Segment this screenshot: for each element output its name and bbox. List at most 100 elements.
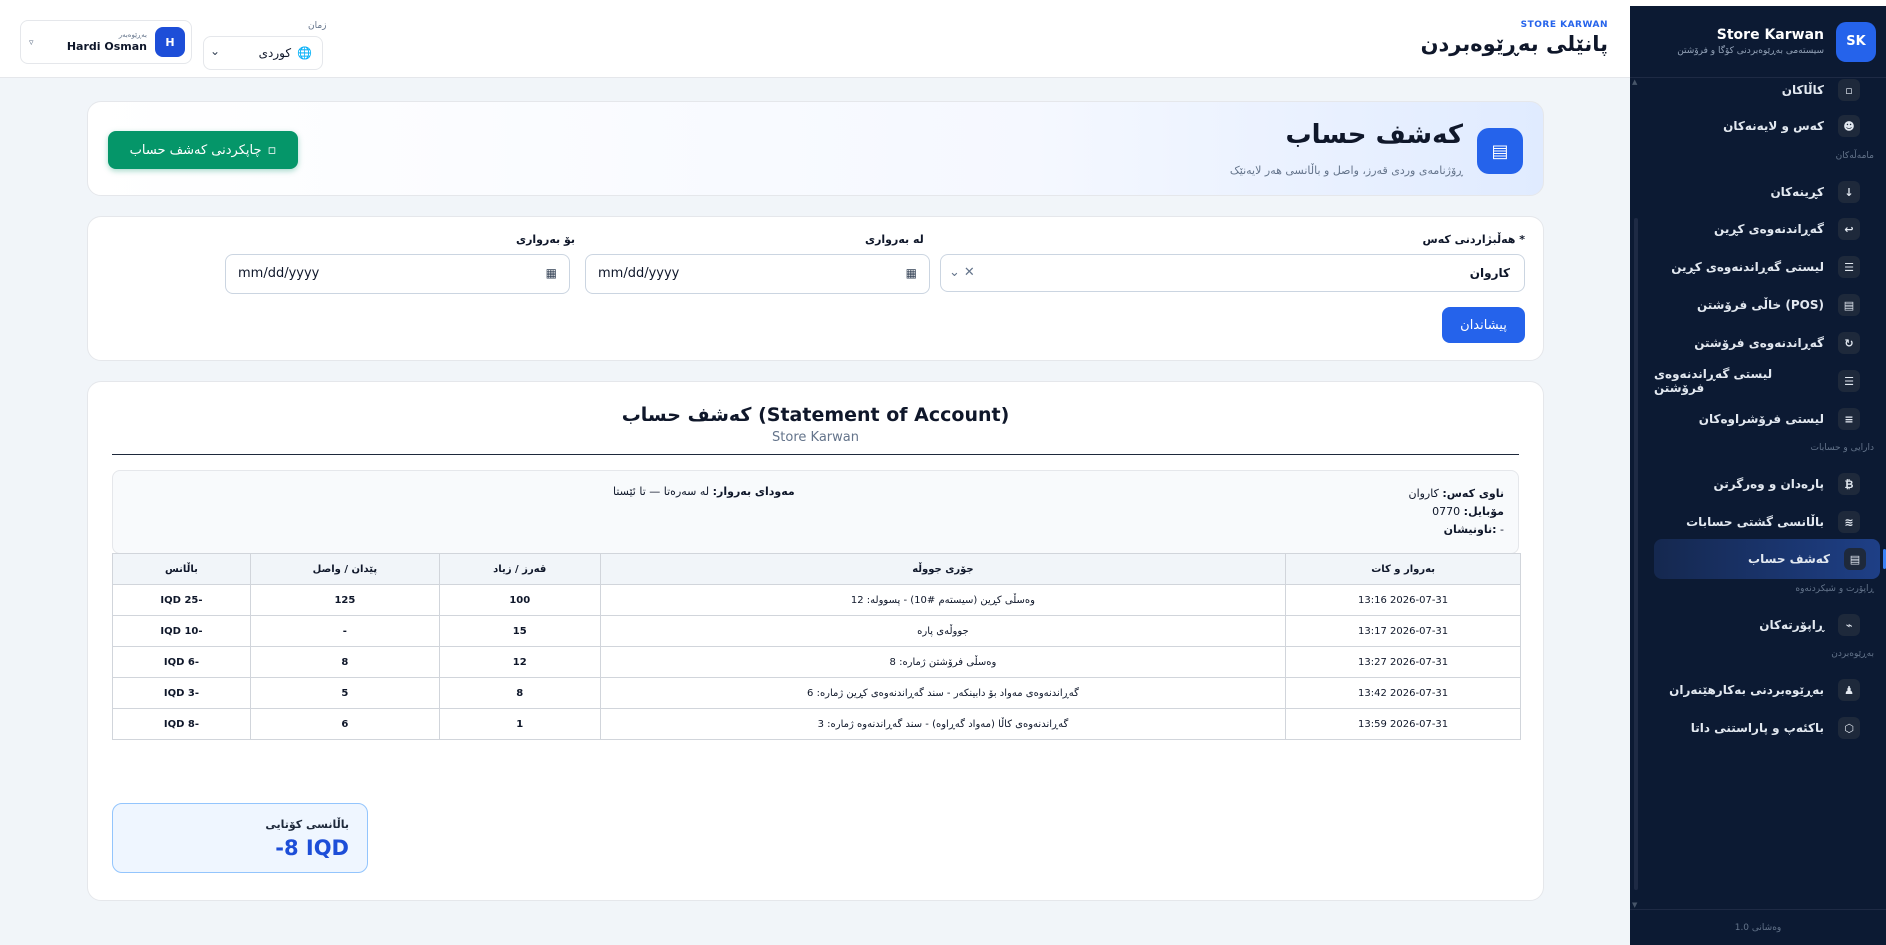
scroll-down-icon[interactable]: ▼ xyxy=(1632,901,1637,909)
user-icon: ♟ xyxy=(1838,679,1860,701)
section-label-admin: بەڕێوەبردن xyxy=(1831,649,1874,659)
list-icon: ☰ xyxy=(1838,256,1860,278)
main-content: ▤ کەشف حساب ڕۆژنامەی وردی قەرز، واصل و ب… xyxy=(0,78,1630,945)
person-select[interactable]: کاروان ⌄ ✕ xyxy=(940,254,1525,292)
cell-type: گەڕاندنەوەی مەواد بۆ دابینکەر - سند گەڕا… xyxy=(599,677,1287,709)
to-date-value: mm/dd/yyyy xyxy=(238,266,320,281)
calendar-icon[interactable]: ▦ xyxy=(546,266,557,280)
final-balance-label: باڵانسی کۆتایی xyxy=(265,818,349,831)
sidebar-item-sales-return-list[interactable]: لیستی گەڕاندنەوەی فرۆشتن ☰ xyxy=(1654,361,1860,401)
report-title: کەشف حساب (Statement of Account) xyxy=(621,404,1010,426)
filter-card: هەڵبژاردنی کەس * کاروان ⌄ ✕ لە بەرواری m… xyxy=(87,216,1544,361)
info-mobile: مۆبایل: 0770 xyxy=(1432,505,1504,518)
top-bar: STORE KARWAN پانێلی بەڕێوەبردن زمان ⌄ کو… xyxy=(0,6,1630,78)
section-label-transactions: مامەڵەکان xyxy=(1835,151,1874,161)
chevron-down-icon: ▿ xyxy=(29,38,34,48)
user-menu[interactable]: ▿ بەڕێوەبەر Hardi Osman H xyxy=(20,20,192,64)
language-value: کوردی xyxy=(258,46,292,60)
statement-icon: ▤ xyxy=(1477,128,1523,174)
cell-debit: 12 xyxy=(438,646,601,678)
cell-debit: 1 xyxy=(438,708,601,740)
cell-date: 2026-07-31 13:17 xyxy=(1285,615,1521,647)
cell-date: 2026-07-31 13:16 xyxy=(1285,584,1521,616)
download-icon: ↓ xyxy=(1838,181,1860,203)
sidebar-item-purchase-return[interactable]: گەڕاندنەوەی کڕین ↩ xyxy=(1654,209,1860,249)
balance-icon: ≋ xyxy=(1838,511,1860,533)
cell-type: وەسڵی کڕین (سیستەم #10) - پسوولە: 12 xyxy=(599,584,1287,616)
final-balance-value: -8 IQD xyxy=(275,836,349,860)
sidebar-item-sales-return[interactable]: گەڕاندنەوەی فرۆشتن ↻ xyxy=(1654,323,1860,363)
sidebar-item-parties[interactable]: کەس و لایەنەکان ☻ xyxy=(1654,106,1860,146)
cell-date: 2026-07-31 13:42 xyxy=(1285,677,1521,709)
cell-balance: -3 IQD xyxy=(112,677,251,709)
table-row: 2026-07-31 13:59 گەڕاندنەوەی کاڵا (مەواد… xyxy=(112,708,1521,740)
chart-icon: ⌁ xyxy=(1838,614,1860,636)
chevron-down-icon[interactable]: ⌄ xyxy=(949,265,960,280)
info-name: ناوی کەس: کاروان xyxy=(1408,487,1504,500)
language-select[interactable]: ⌄ کوردی 🌐 xyxy=(203,36,323,70)
from-date-input[interactable]: mm/dd/yyyy ▦ xyxy=(585,254,930,294)
header-brand: STORE KARWAN xyxy=(1520,20,1608,30)
column-header: پێدان / واصل xyxy=(249,553,440,585)
table-row: 2026-07-31 13:27 وەسڵی فرۆشتن ژمارە: 8 1… xyxy=(112,646,1521,678)
printer-icon: ▫ xyxy=(267,142,277,158)
brand-name: Store Karwan xyxy=(1716,27,1824,43)
cell-debit: 100 xyxy=(438,584,601,616)
cell-balance: -10 IQD xyxy=(112,615,251,647)
divider xyxy=(112,454,1519,455)
cell-credit: 6 xyxy=(249,708,440,740)
statement-table: بەروار و کات جۆری جووڵە قەرز / زیاد پێدا… xyxy=(112,553,1521,740)
clear-icon[interactable]: ✕ xyxy=(964,265,975,280)
list-icon: ☰ xyxy=(1838,370,1860,392)
scroll-up-icon[interactable]: ▲ xyxy=(1632,78,1637,86)
column-header: جۆری جووڵە xyxy=(599,553,1287,585)
page-header-card: ▤ کەشف حساب ڕۆژنامەی وردی قەرز، واصل و ب… xyxy=(87,101,1544,196)
sidebar-item-users[interactable]: بەڕێوەبردنی بەکارهێنەران ♟ xyxy=(1654,670,1860,710)
to-date-label: بۆ بەرواری xyxy=(516,233,576,246)
scrollbar-thumb[interactable] xyxy=(1634,218,1638,890)
sidebar-item-balances[interactable]: باڵانسی گشتی حسابات ≋ xyxy=(1654,502,1860,542)
final-balance-box: باڵانسی کۆتایی -8 IQD xyxy=(112,803,368,873)
print-button-label: چاپکردنی کەشف حساب xyxy=(129,142,262,158)
statement-icon: ▤ xyxy=(1844,548,1866,570)
table-row: 2026-07-31 13:42 گەڕاندنەوەی مەواد بۆ دا… xyxy=(112,677,1521,709)
person-label: هەڵبژاردنی کەس * xyxy=(1422,233,1525,246)
cell-type: جووڵەی پارە xyxy=(599,615,1287,647)
to-date-input[interactable]: mm/dd/yyyy ▦ xyxy=(225,254,570,294)
table-header-row: بەروار و کات جۆری جووڵە قەرز / زیاد پێدا… xyxy=(112,553,1521,585)
sidebar-item-purchase-return-list[interactable]: لیستی گەڕاندنەوەی کڕین ☰ xyxy=(1654,247,1860,287)
sidebar-item-payments[interactable]: پارەدان و وەرگرتن ₿ xyxy=(1654,464,1860,504)
cell-date: 2026-07-31 13:27 xyxy=(1285,646,1521,678)
sidebar-item-pos[interactable]: خاڵی فرۆشتن (POS) ▤ xyxy=(1654,285,1860,325)
print-statement-button[interactable]: چاپکردنی کەشف حساب ▫ xyxy=(108,131,298,169)
cell-type: وەسڵی فرۆشتن ژمارە: 8 xyxy=(599,646,1287,678)
cell-debit: 8 xyxy=(438,677,601,709)
calendar-icon[interactable]: ▦ xyxy=(906,266,917,280)
sidebar-item-statement[interactable]: کەشف حساب ▤ xyxy=(1654,539,1886,579)
show-button[interactable]: پیشاندان xyxy=(1442,307,1525,343)
column-header: قەرز / زیاد xyxy=(438,553,601,585)
box-icon: ▫ xyxy=(1838,79,1860,101)
statement-report: کەشف حساب (Statement of Account) Store K… xyxy=(87,381,1544,901)
cell-balance: -6 IQD xyxy=(112,646,251,678)
cell-type: گەڕاندنەوەی کاڵا (مەواد گەڕاوە) - سند گە… xyxy=(599,708,1287,740)
sidebar-item-backup[interactable]: باکئەپ و پاراستنی داتا ⬡ xyxy=(1654,708,1860,748)
scrollbar[interactable]: ▲ ▼ xyxy=(1631,78,1639,909)
page-title: کەشف حساب xyxy=(1285,120,1463,150)
shield-icon: ⬡ xyxy=(1838,717,1860,739)
sidebar-item-purchases[interactable]: کڕینەکان ↓ xyxy=(1654,172,1860,212)
person-select-value: کاروان xyxy=(1469,266,1510,280)
column-header: باڵانس xyxy=(112,553,251,585)
report-store: Store Karwan xyxy=(772,430,859,445)
sidebar-item-sales-list[interactable]: لیستی فرۆشراوەکان ≡ xyxy=(1654,399,1860,439)
cell-date: 2026-07-31 13:59 xyxy=(1285,708,1521,740)
sidebar-item-reports[interactable]: ڕاپۆرتەکان ⌁ xyxy=(1654,605,1860,645)
chevron-down-icon: ⌄ xyxy=(210,44,221,58)
sidebar-nav[interactable]: ▲ ▼ کاڵاکان ▫ کەس و لایەنەکان ☻ مامەڵەکا… xyxy=(1630,78,1886,909)
info-address: ناونیشان: - xyxy=(1443,523,1504,536)
cell-credit: - xyxy=(249,615,440,647)
section-label-finance: دارایی و حسابات xyxy=(1810,443,1874,453)
column-header: بەروار و کات xyxy=(1285,553,1521,585)
table-row: 2026-07-31 13:17 جووڵەی پارە 15 - -10 IQ… xyxy=(112,615,1521,647)
avatar: H xyxy=(155,27,185,57)
